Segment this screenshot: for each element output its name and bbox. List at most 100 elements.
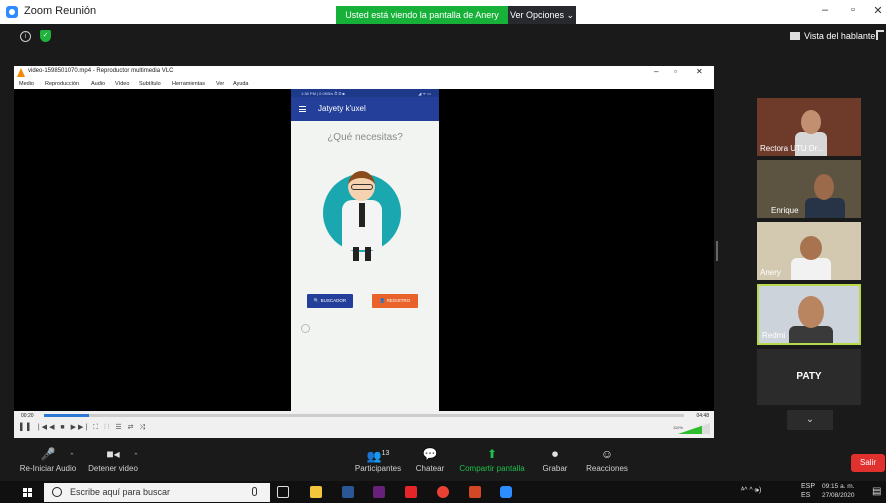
share-screen-icon: ⬆ bbox=[486, 447, 498, 461]
phone-status-left: 1:38 PM | 0.0KB/s ⏱ ✉ ■ bbox=[301, 91, 345, 96]
grid-icon bbox=[790, 32, 800, 40]
phone-screen: 1:38 PM | 0.0KB/s ⏱ ✉ ■ ◢ ᯤ ▭ Jatyety k'… bbox=[291, 89, 439, 411]
vlc-titlebar: video-1598501070.mp4 - Reproductor multi… bbox=[14, 66, 714, 80]
minimize-button[interactable]: – bbox=[816, 4, 834, 16]
registro-button: 👤 REGISTRO bbox=[372, 294, 418, 308]
windows-start-icon[interactable] bbox=[23, 488, 32, 497]
scroll-participants-down-button[interactable]: ⌄ bbox=[787, 410, 833, 430]
meeting-toolbar: 🎤 Re-Iniciar Audio ⌃ ■◂ Detener video ⌃ … bbox=[0, 444, 886, 480]
participant-face bbox=[800, 236, 822, 260]
share-screen-button[interactable]: ⬆ Compartir pantalla bbox=[458, 444, 526, 480]
chrome-icon[interactable] bbox=[437, 486, 449, 498]
vlc-cone-icon bbox=[17, 68, 25, 77]
participant-body bbox=[791, 258, 831, 280]
playback-buttons[interactable]: ▌▌ |◀◀ ■ ▶▶| ⛶ ⫶⫶ ☰ ⇄ ⤨ bbox=[20, 423, 147, 432]
view-options-button[interactable]: Ver Opciones ⌄ bbox=[508, 6, 576, 24]
windows-taskbar: Escribe aquí para buscar ᴬ^ ^ 🕪) ESP ES … bbox=[0, 481, 886, 503]
question-text: ¿Qué necesitas? bbox=[327, 132, 403, 143]
chat-button[interactable]: 💬 Chatear bbox=[412, 444, 448, 480]
panel-resize-handle[interactable] bbox=[716, 241, 718, 261]
participants-icon: 👥13 bbox=[350, 444, 406, 464]
record-icon: ⏺ bbox=[551, 447, 558, 461]
record-button[interactable]: ⏺ Grabar bbox=[538, 444, 572, 480]
zoom-taskbar-icon[interactable] bbox=[500, 486, 512, 498]
menu-reproduccion[interactable]: Reproducción bbox=[45, 81, 79, 87]
participant-tile[interactable]: Rectora UTU Dr... bbox=[757, 98, 861, 156]
share-banner: Usted está viendo la pantalla de Anery bbox=[336, 6, 508, 24]
menu-video[interactable]: Vídeo bbox=[115, 81, 129, 87]
close-button[interactable]: ✕ bbox=[869, 4, 886, 17]
search-placeholder: Escribe aquí para buscar bbox=[70, 487, 171, 497]
participant-name: Redmi bbox=[762, 331, 786, 340]
vlc-close-button[interactable]: ✕ bbox=[696, 67, 703, 76]
language-code: ESP bbox=[801, 483, 816, 490]
participants-glyph: 👥 bbox=[366, 449, 382, 463]
video-options-caret[interactable]: ⌃ bbox=[133, 452, 139, 460]
maximize-button[interactable]: ▫ bbox=[844, 4, 862, 16]
participant-name: Rectora UTU Dr... bbox=[760, 144, 824, 153]
audio-button[interactable]: 🎤 Re-Iniciar Audio bbox=[18, 444, 78, 480]
volume-percent: 110% bbox=[673, 425, 683, 430]
share-label: Compartir pantalla bbox=[459, 464, 525, 473]
screen: Zoom Reunión Usted está viendo la pantal… bbox=[0, 0, 886, 503]
hamburger-menu-icon bbox=[299, 106, 306, 112]
fullscreen-icon[interactable] bbox=[876, 30, 884, 40]
speaker-view-button[interactable]: Vista del hablante bbox=[790, 28, 875, 44]
file-explorer-icon[interactable] bbox=[310, 486, 322, 498]
visual-studio-icon[interactable] bbox=[373, 486, 385, 498]
time-total: 04:48 bbox=[696, 413, 709, 419]
menu-subtitulo[interactable]: Subtítulo bbox=[139, 81, 161, 87]
taskbar-clock[interactable]: 09:15 a. m. 27/08/2020 bbox=[822, 482, 855, 500]
video-button[interactable]: ■◂ Detener video bbox=[86, 444, 140, 480]
app-title: Jatyety k'uxel bbox=[318, 104, 366, 113]
view-options-label: Ver Opciones bbox=[509, 10, 564, 20]
vlc-maximize-button[interactable]: ▫ bbox=[674, 67, 677, 76]
seek-bar[interactable] bbox=[44, 414, 684, 417]
doctor-tie bbox=[359, 203, 365, 227]
powerpoint-icon[interactable] bbox=[469, 486, 481, 498]
acrobat-icon[interactable] bbox=[405, 486, 417, 498]
menu-herramientas[interactable]: Herramientas bbox=[172, 81, 205, 87]
doctor-glasses bbox=[351, 184, 373, 190]
reactions-icon: ☺ bbox=[600, 447, 614, 461]
speaker-view-label: Vista del hablante bbox=[804, 31, 876, 41]
participants-label: Participantes bbox=[354, 464, 402, 473]
shield-icon[interactable]: ✓ bbox=[40, 30, 51, 42]
menu-medio[interactable]: Medio bbox=[19, 81, 34, 87]
menu-ver[interactable]: Ver bbox=[216, 81, 224, 87]
microphone-icon[interactable] bbox=[252, 487, 257, 496]
vlc-minimize-button[interactable]: – bbox=[654, 67, 658, 76]
notifications-icon[interactable]: ▤ bbox=[872, 486, 881, 497]
app-bar: Jatyety k'uxel bbox=[291, 97, 439, 121]
video-area[interactable]: 1:38 PM | 0.0KB/s ⏱ ✉ ■ ◢ ᯤ ▭ Jatyety k'… bbox=[14, 89, 714, 411]
taskbar-search-input[interactable]: Escribe aquí para buscar bbox=[44, 483, 270, 502]
word-icon[interactable] bbox=[342, 486, 354, 498]
audio-options-caret[interactable]: ⌃ bbox=[69, 452, 75, 460]
vlc-menubar: Medio Reproducción Audio Vídeo Subtítulo… bbox=[14, 80, 714, 89]
camera-icon: ■◂ bbox=[106, 447, 120, 461]
buscador-button: 🔍 BUSCADOR bbox=[307, 294, 353, 308]
zoom-logo-icon bbox=[6, 6, 18, 18]
clock-time: 09:15 a. m. bbox=[822, 483, 855, 490]
reactions-button[interactable]: ☺ Reacciones bbox=[585, 444, 629, 480]
participant-tile[interactable]: Enrique bbox=[757, 160, 861, 218]
cortana-icon bbox=[52, 487, 62, 497]
participants-button[interactable]: 👥13 Participantes bbox=[350, 444, 406, 480]
menu-audio[interactable]: Audio bbox=[91, 81, 105, 87]
participant-tile-paty[interactable]: PATY bbox=[757, 349, 861, 405]
tray-icons[interactable]: ᴬ^ ^ 🕪) bbox=[741, 487, 761, 495]
participant-body bbox=[805, 198, 845, 218]
menu-ayuda[interactable]: Ayuda bbox=[233, 81, 249, 87]
participant-face bbox=[814, 174, 834, 200]
leave-meeting-button[interactable]: Salir bbox=[851, 454, 885, 472]
participant-tile-active[interactable]: Redmi bbox=[757, 284, 861, 345]
chevron-down-icon: ⌄ bbox=[566, 10, 575, 20]
info-icon[interactable]: i bbox=[20, 31, 31, 42]
task-view-icon[interactable] bbox=[277, 486, 289, 498]
phone-status-bar: 1:38 PM | 0.0KB/s ⏱ ✉ ■ ◢ ᯤ ▭ bbox=[291, 89, 439, 97]
input-language[interactable]: ESP ES bbox=[801, 482, 815, 500]
chat-icon: 💬 bbox=[422, 447, 438, 461]
time-elapsed: 00:20 bbox=[21, 413, 34, 419]
participant-tile[interactable]: Anery bbox=[757, 222, 861, 280]
touch-indicator bbox=[301, 324, 310, 333]
